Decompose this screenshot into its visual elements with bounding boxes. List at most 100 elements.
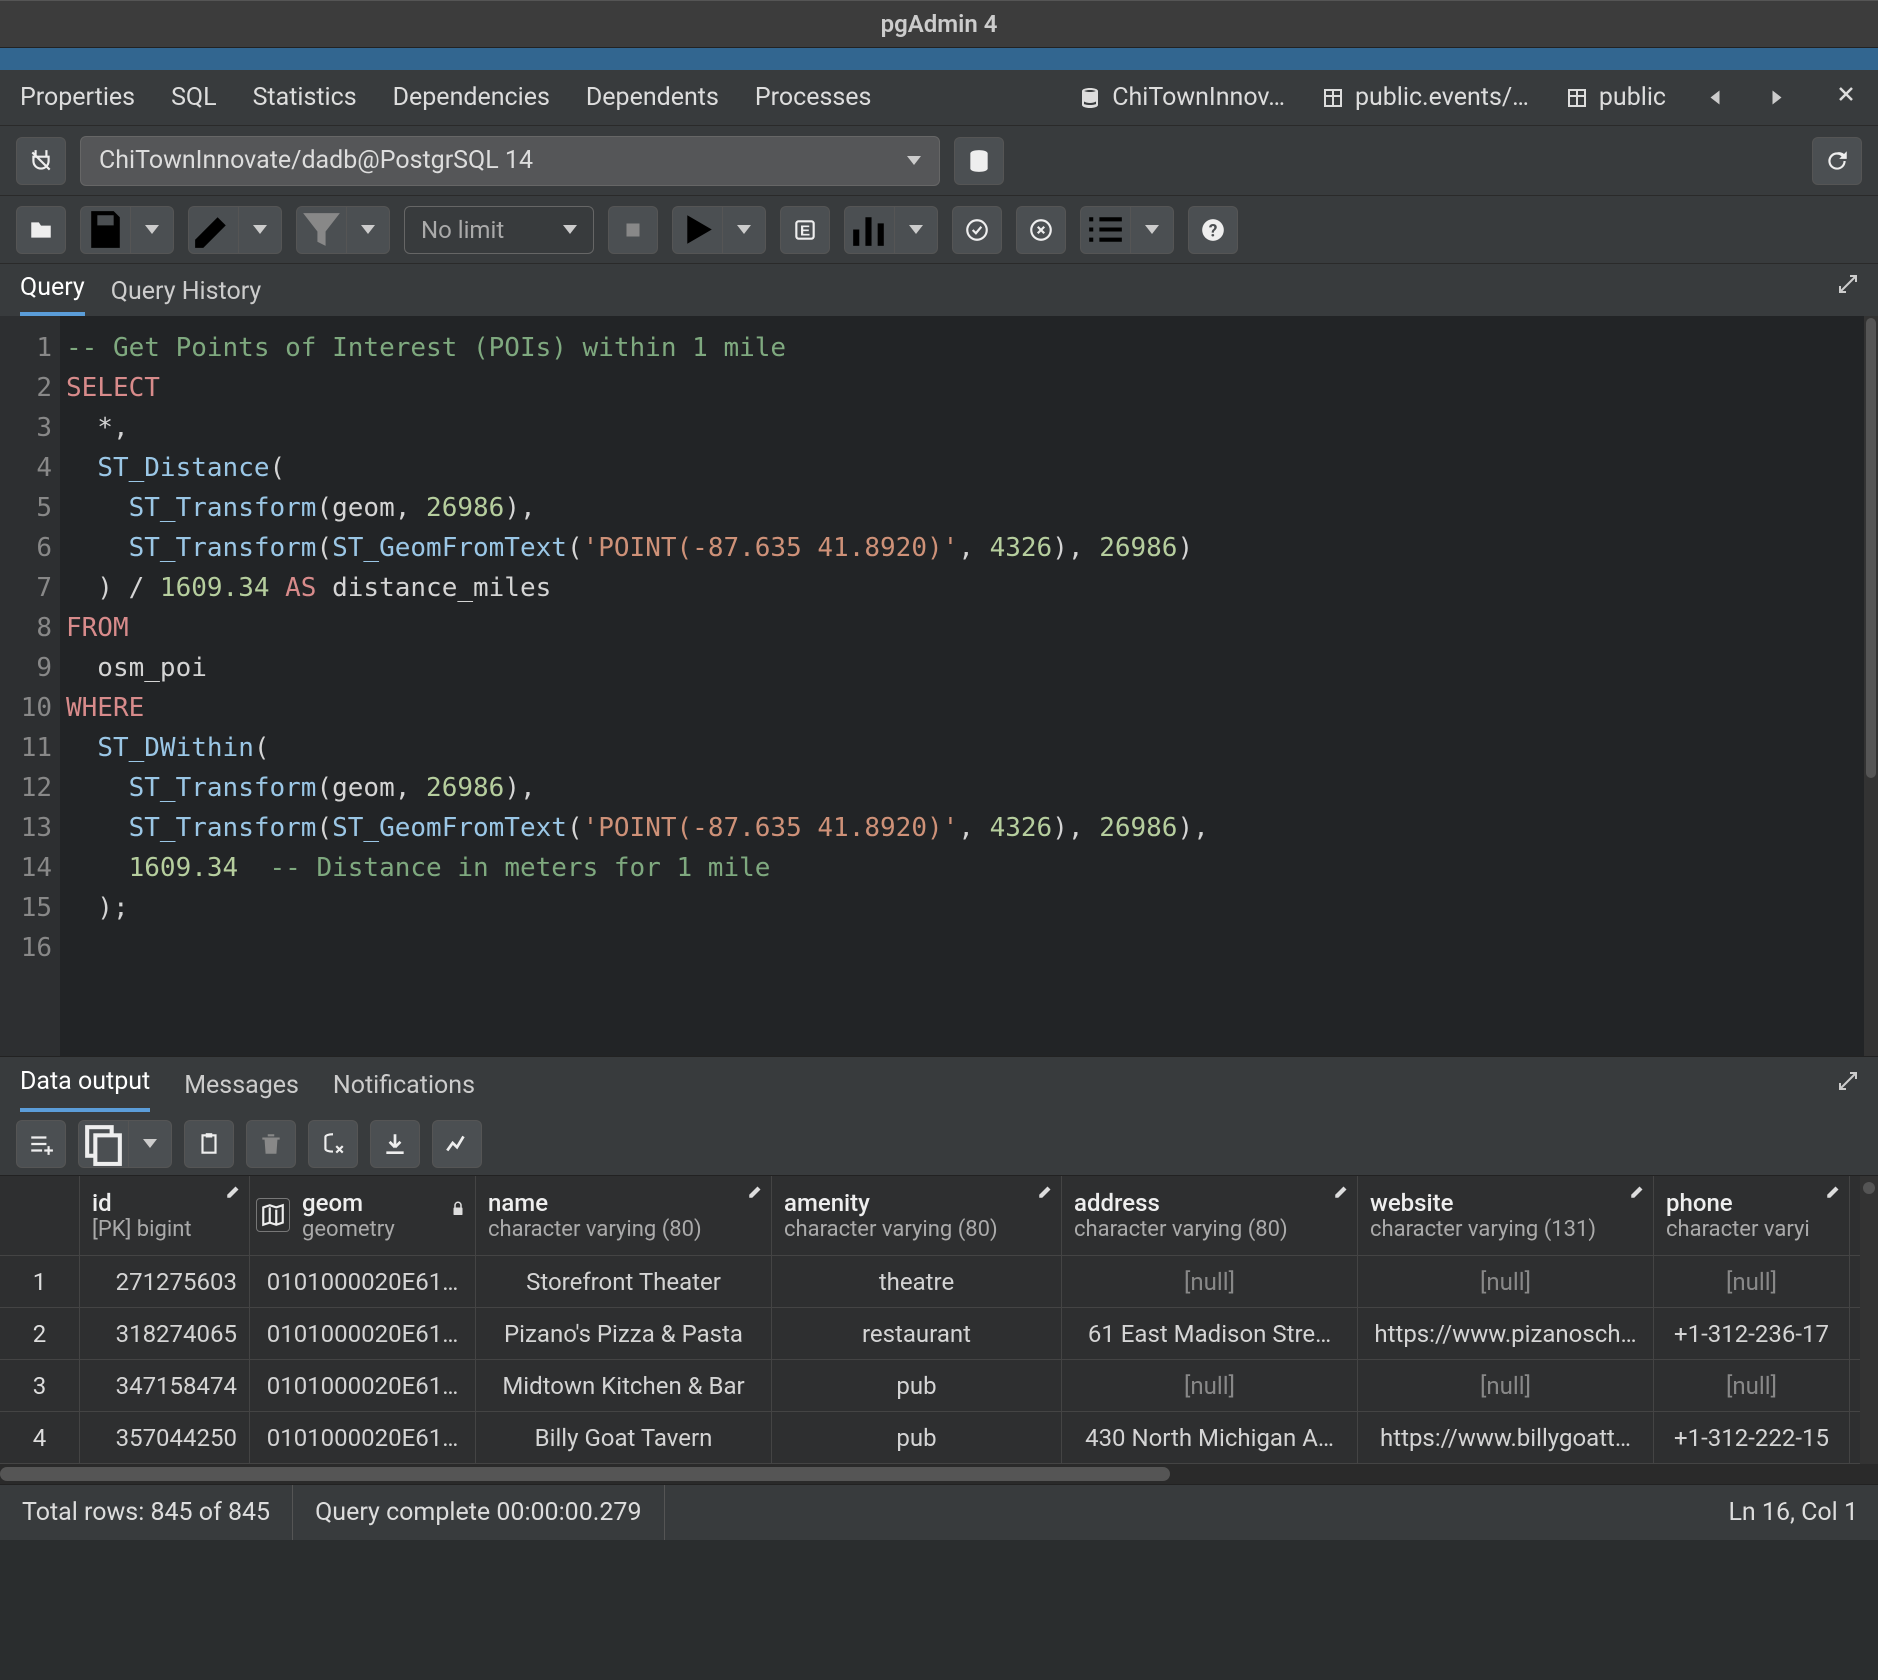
pencil-icon[interactable] (1037, 1182, 1055, 1200)
server-button[interactable] (954, 137, 1004, 185)
add-row-button[interactable] (16, 1120, 66, 1168)
download-button[interactable] (370, 1120, 420, 1168)
cell-address[interactable]: 430 North Michigan A… (1062, 1412, 1358, 1463)
execute-button[interactable] (673, 207, 723, 253)
save-dropdown[interactable] (131, 207, 173, 253)
filter-dropdown[interactable] (347, 207, 389, 253)
row-number[interactable]: 4 (0, 1412, 80, 1463)
cell-geom[interactable]: 0101000020E61… (250, 1256, 476, 1307)
editor-scrollbar[interactable] (1864, 316, 1878, 1056)
cell-phone[interactable]: +1-312-222-15 (1654, 1412, 1850, 1463)
cell-name[interactable]: Midtown Kitchen & Bar (476, 1360, 772, 1411)
table-row[interactable]: 43570442500101000020E61…Billy Goat Taver… (0, 1412, 1860, 1464)
menu-item-processes[interactable]: Processes (755, 83, 872, 112)
expand-icon[interactable] (1836, 272, 1860, 296)
commit-button[interactable] (952, 206, 1002, 254)
cell-address[interactable]: [null] (1062, 1360, 1358, 1411)
row-number[interactable]: 2 (0, 1308, 80, 1359)
expand-icon[interactable] (1836, 1069, 1860, 1093)
filter-button[interactable] (297, 207, 347, 253)
stop-button[interactable] (608, 206, 658, 254)
tab-prev-button[interactable] (1711, 91, 1720, 105)
cell-phone[interactable]: [null] (1654, 1360, 1850, 1411)
cell-name[interactable]: Billy Goat Tavern (476, 1412, 772, 1463)
column-header-geom[interactable]: geomgeometry (250, 1176, 476, 1255)
cell-website[interactable]: [null] (1358, 1360, 1654, 1411)
cell-phone[interactable]: [null] (1654, 1256, 1850, 1307)
column-header-phone[interactable]: phonecharacter varyi (1654, 1176, 1850, 1255)
help-button[interactable] (1188, 206, 1238, 254)
cell-id[interactable]: 357044250 (80, 1412, 250, 1463)
open-tab[interactable]: ChiTownInnov… (1078, 83, 1285, 112)
table-row[interactable]: 12712756030101000020E61…Storefront Theat… (0, 1256, 1860, 1308)
map-icon[interactable] (256, 1198, 290, 1232)
pencil-icon[interactable] (1825, 1182, 1843, 1200)
limit-select[interactable]: No limit (404, 206, 594, 254)
column-header-amenity[interactable]: amenitycharacter varying (80) (772, 1176, 1062, 1255)
cell-id[interactable]: 318274065 (80, 1308, 250, 1359)
cell-amenity[interactable]: pub (772, 1412, 1062, 1463)
rollback-button[interactable] (1016, 206, 1066, 254)
pencil-icon[interactable] (1333, 1182, 1351, 1200)
grid-vscrollbar[interactable] (1860, 1176, 1878, 1464)
menu-item-sql[interactable]: SQL (171, 83, 217, 112)
table-row[interactable]: 23182740650101000020E61…Pizano's Pizza &… (0, 1308, 1860, 1360)
tab-data-output[interactable]: Data output (20, 1067, 150, 1112)
save-button[interactable] (81, 207, 131, 253)
row-number[interactable]: 3 (0, 1360, 80, 1411)
pencil-icon[interactable] (747, 1182, 765, 1200)
disconnect-button[interactable] (16, 137, 66, 185)
copy-dropdown[interactable] (129, 1121, 171, 1167)
cell-amenity[interactable]: theatre (772, 1256, 1062, 1307)
tab-query[interactable]: Query (20, 273, 85, 316)
cell-name[interactable]: Storefront Theater (476, 1256, 772, 1307)
explain-button[interactable] (780, 206, 830, 254)
execute-dropdown[interactable] (723, 207, 765, 253)
cell-id[interactable]: 271275603 (80, 1256, 250, 1307)
cell-website[interactable]: [null] (1358, 1256, 1654, 1307)
tab-messages[interactable]: Messages (184, 1071, 299, 1112)
open-tab[interactable]: public (1565, 83, 1666, 112)
row-number[interactable]: 1 (0, 1256, 80, 1307)
tab-notifications[interactable]: Notifications (333, 1071, 475, 1112)
tab-query-history[interactable]: Query History (111, 277, 262, 316)
cell-id[interactable]: 347158474 (80, 1360, 250, 1411)
cell-website[interactable]: https://www.pizanosch… (1358, 1308, 1654, 1359)
cell-amenity[interactable]: pub (772, 1360, 1062, 1411)
column-header-website[interactable]: websitecharacter varying (131) (1358, 1176, 1654, 1255)
menu-item-properties[interactable]: Properties (20, 83, 135, 112)
cell-amenity[interactable]: restaurant (772, 1308, 1062, 1359)
menu-item-dependencies[interactable]: Dependencies (393, 83, 550, 112)
paste-button[interactable] (184, 1120, 234, 1168)
column-header-address[interactable]: addresscharacter varying (80) (1062, 1176, 1358, 1255)
save-data-button[interactable] (308, 1120, 358, 1168)
edit-dropdown[interactable] (239, 207, 281, 253)
tab-next-button[interactable] (1773, 91, 1782, 105)
edit-button[interactable] (189, 207, 239, 253)
cell-geom[interactable]: 0101000020E61… (250, 1360, 476, 1411)
open-file-button[interactable] (16, 206, 66, 254)
connection-select[interactable]: ChiTownInnovate/dadb@PostgrSQL 14 (80, 136, 940, 186)
editor-code[interactable]: -- Get Points of Interest (POIs) within … (60, 316, 1864, 1056)
analyze-button[interactable] (845, 207, 895, 253)
menu-item-dependents[interactable]: Dependents (586, 83, 719, 112)
table-row[interactable]: 33471584740101000020E61…Midtown Kitchen … (0, 1360, 1860, 1412)
menu-item-statistics[interactable]: Statistics (253, 83, 357, 112)
macros-dropdown[interactable] (1131, 207, 1173, 253)
cell-phone[interactable]: +1-312-236-17 (1654, 1308, 1850, 1359)
cell-address[interactable]: 61 East Madison Stre… (1062, 1308, 1358, 1359)
copy-button[interactable] (79, 1121, 129, 1167)
cell-address[interactable]: [null] (1062, 1256, 1358, 1307)
cell-geom[interactable]: 0101000020E61… (250, 1308, 476, 1359)
sql-editor[interactable]: 12345678910111213141516 -- Get Points of… (0, 316, 1878, 1056)
column-header-name[interactable]: namecharacter varying (80) (476, 1176, 772, 1255)
close-tab-button[interactable] (1834, 82, 1858, 113)
results-grid[interactable]: id[PK] bigintgeomgeometrynamecharacter v… (0, 1176, 1860, 1464)
grid-hscrollbar[interactable] (0, 1464, 1878, 1484)
cell-geom[interactable]: 0101000020E61… (250, 1412, 476, 1463)
delete-row-button[interactable] (246, 1120, 296, 1168)
graph-button[interactable] (432, 1120, 482, 1168)
open-tab[interactable]: public.events/… (1321, 83, 1529, 112)
cell-name[interactable]: Pizano's Pizza & Pasta (476, 1308, 772, 1359)
pencil-icon[interactable] (1629, 1182, 1647, 1200)
